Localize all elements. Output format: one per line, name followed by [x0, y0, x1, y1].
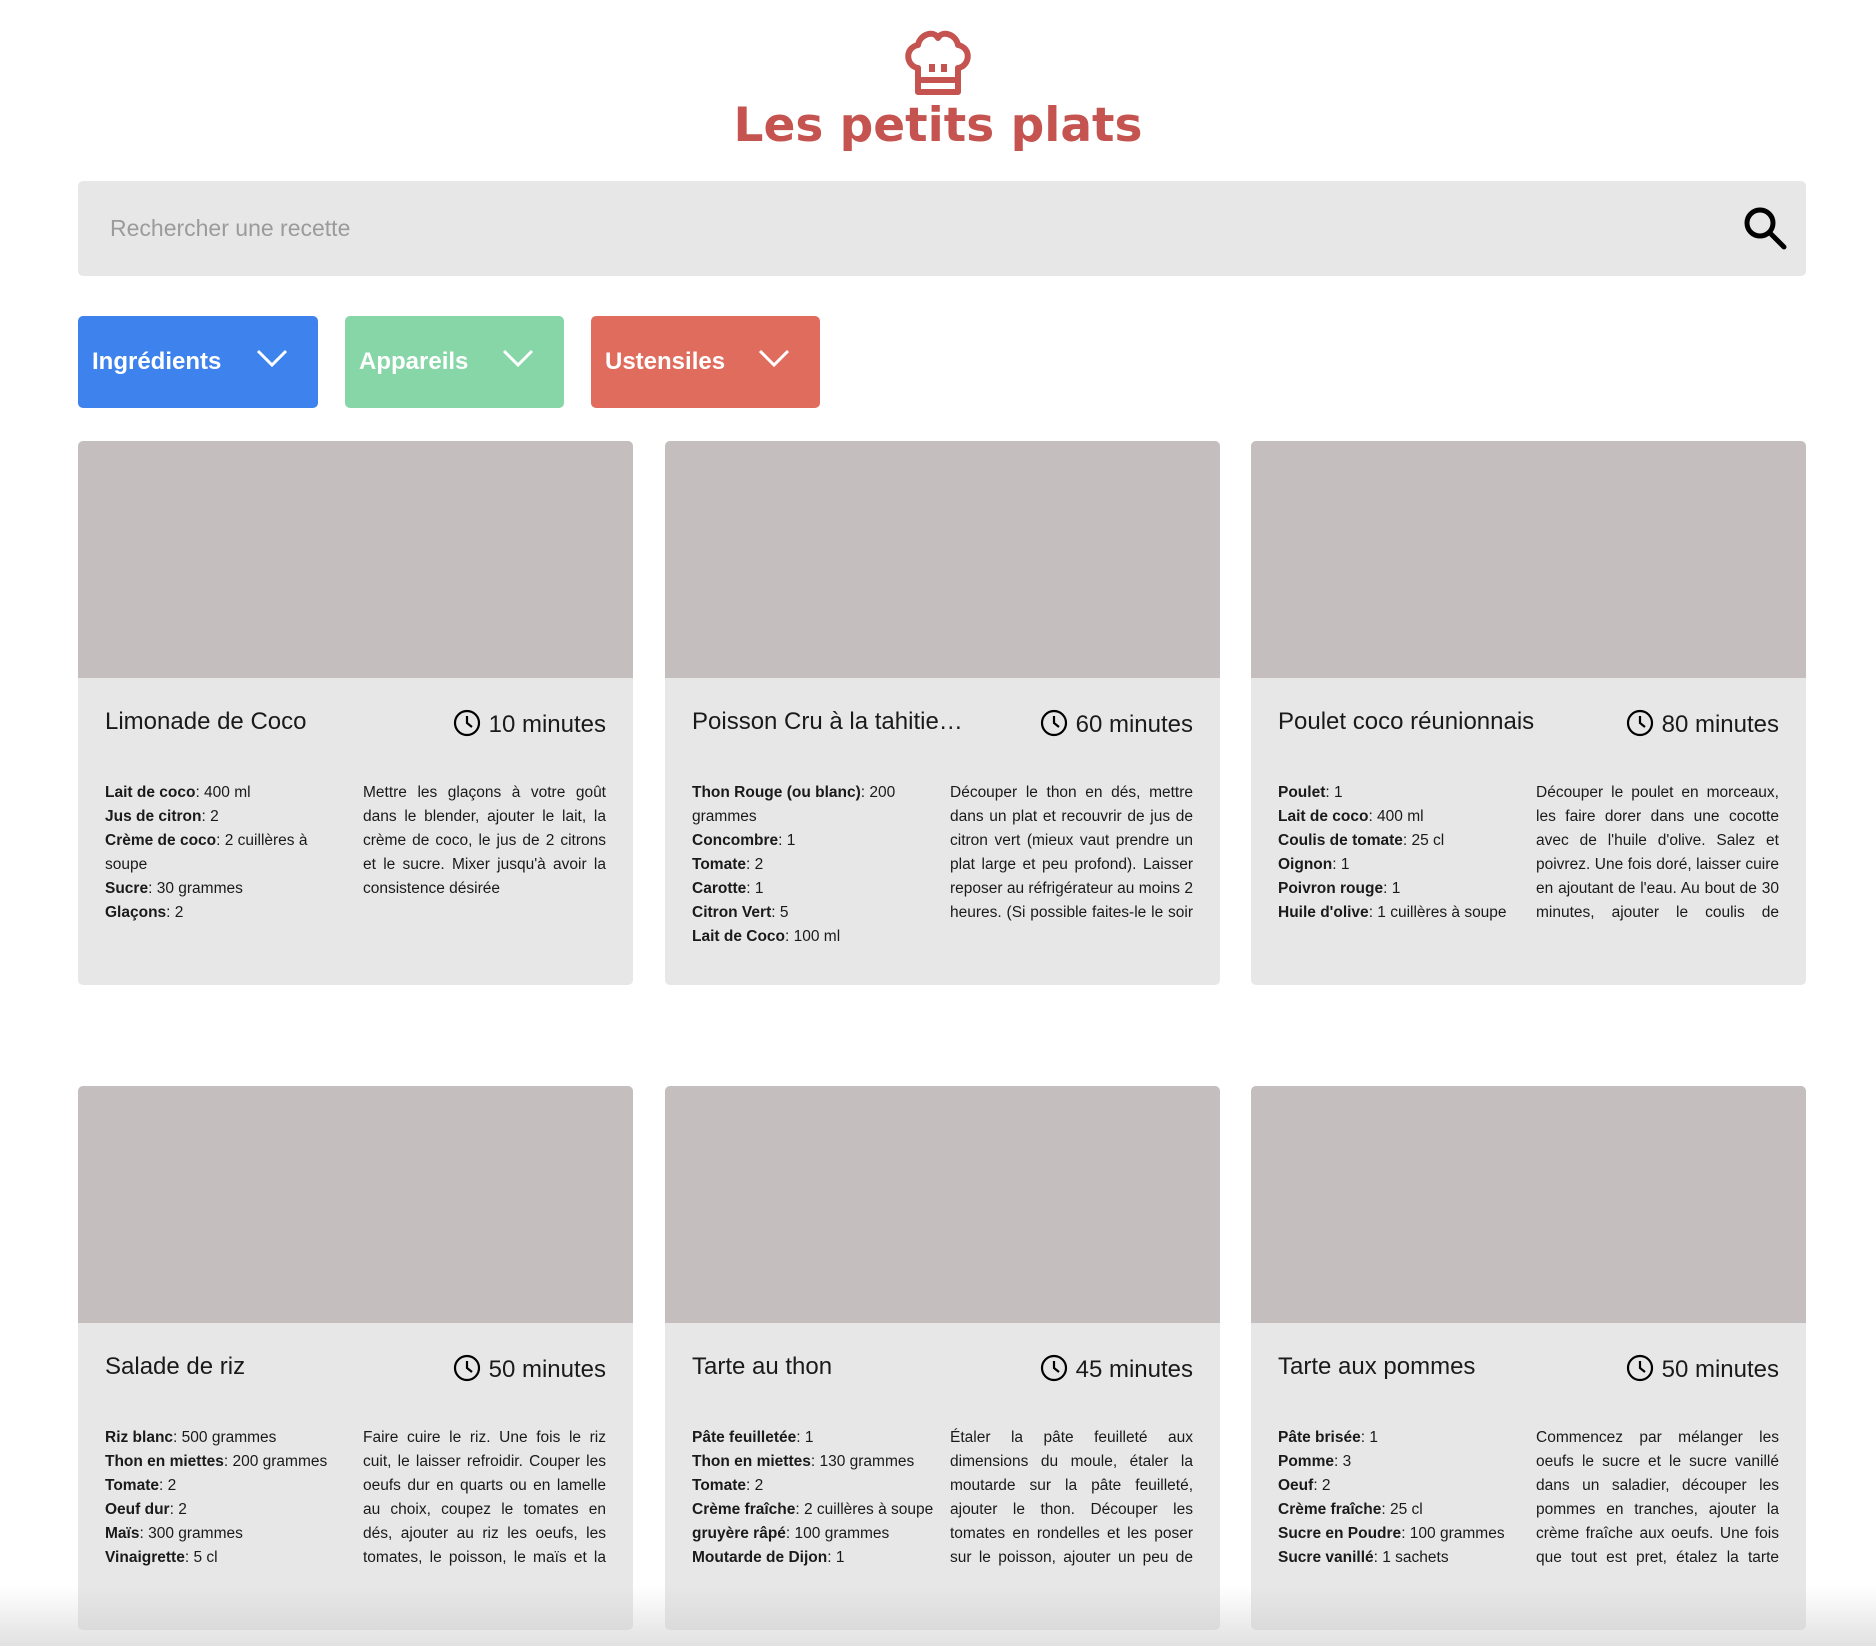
- recipe-description: Découper le poulet en morceaux, les fair…: [1536, 784, 1779, 921]
- ingredient-item: Lait de coco: 400 ml: [1278, 808, 1424, 825]
- filter-utensils-label: Ustensiles: [605, 348, 726, 375]
- ingredient-item: Concombre: 1: [692, 832, 796, 849]
- clock-icon: [453, 1354, 480, 1382]
- ingredient-item: Coulis de tomate: 25 cl: [1278, 832, 1445, 849]
- clock-icon: [1626, 709, 1653, 737]
- recipe-time-label: 10 minutes: [488, 711, 606, 738]
- ingredient-item: Sucre en Poudre: 100 grammes: [1278, 1525, 1505, 1542]
- ingredient-item: Jus de citron: 2: [105, 808, 219, 825]
- ingredient-item: Pâte brisée: 1: [1278, 1429, 1378, 1446]
- recipe-title: Tarte au thon: [692, 1353, 833, 1380]
- recipe-image: [665, 441, 1220, 678]
- ingredient-item: Sucre vanillé: 1 sachets: [1278, 1549, 1449, 1566]
- site-title: Les petits plats: [733, 98, 1143, 153]
- recipe-title: Tarte aux pommes: [1278, 1353, 1476, 1380]
- recipe-description: Découper le thon en dés, mettre dans un …: [950, 784, 1193, 921]
- ingredient-item: Crème fraîche: 2 cuillères à soupe: [692, 1501, 934, 1518]
- filter-appliances-label: Appareils: [359, 348, 469, 375]
- ingredient-item: Pomme: 3: [1278, 1453, 1352, 1470]
- recipe-description: Commencez par mélanger les oeufs le sucr…: [1536, 1429, 1779, 1566]
- recipe-image: [78, 441, 633, 678]
- recipe-ingredients: Riz blanc: 500 grammes Thon en miettes: …: [105, 1426, 350, 1570]
- chevron-down-icon: [502, 349, 534, 368]
- ingredient-item: Glaçons: 2: [105, 904, 184, 921]
- filter-utensils-button[interactable]: Ustensiles: [591, 316, 820, 408]
- recipe-image: [78, 1086, 633, 1323]
- chevron-down-icon: [758, 349, 790, 368]
- recipe-title: Limonade de Coco: [105, 708, 307, 735]
- filter-ingredients-label: Ingrédients: [92, 348, 222, 375]
- ingredient-item: Thon Rouge (ou blanc): 200 grammes: [692, 784, 896, 825]
- ingredient-item: Citron Vert: 5: [692, 904, 789, 921]
- ingredient-item: Poivron rouge: 1: [1278, 880, 1401, 897]
- ingredient-item: Thon en miettes: 130 grammes: [692, 1453, 915, 1470]
- recipe-time: 50 minutes: [453, 1354, 606, 1384]
- ingredient-item: Pâte feuilletée: 1: [692, 1429, 814, 1446]
- recipe-time-label: 50 minutes: [1661, 1356, 1779, 1383]
- ingredient-item: Vinaigrette: 5 cl: [105, 1549, 218, 1566]
- ingredient-item: Lait de Coco: 100 ml: [692, 928, 841, 945]
- recipe-card[interactable]: Salade de riz 50 minutes Riz blanc: 500 …: [78, 1086, 633, 1630]
- recipe-description: Mettre les glaçons à votre goût dans le …: [363, 784, 606, 897]
- recipe-card[interactable]: Poulet coco réunionnais 80 minutes Poule…: [1251, 441, 1806, 985]
- recipe-time: 60 minutes: [1040, 709, 1193, 739]
- ingredient-item: Oignon: 1: [1278, 856, 1350, 873]
- ingredient-item: Crème fraîche: 25 cl: [1278, 1501, 1423, 1518]
- ingredient-item: Poulet: 1: [1278, 784, 1343, 801]
- recipe-time-label: 60 minutes: [1075, 711, 1193, 738]
- ingredient-item: Carotte: 1: [692, 880, 764, 897]
- clock-icon: [453, 709, 480, 737]
- recipe-time-label: 45 minutes: [1075, 1356, 1193, 1383]
- ingredient-item: Oeuf dur: 2: [105, 1501, 187, 1518]
- ingredient-item: Sucre: 30 grammes: [105, 880, 243, 897]
- recipe-card[interactable]: Poisson Cru à la tahitie… 60 minutes Tho…: [665, 441, 1220, 985]
- site-header: Les petits plats: [0, 28, 1876, 154]
- recipe-description: Étaler la pâte feuilleté aux dimensions …: [950, 1429, 1193, 1566]
- recipe-title: Poisson Cru à la tahitie…: [692, 708, 963, 735]
- recipe-image: [1251, 1086, 1806, 1323]
- recipe-title: Salade de riz: [105, 1353, 246, 1380]
- ingredient-item: gruyère râpé: 100 grammes: [692, 1525, 890, 1542]
- clock-icon: [1040, 1354, 1067, 1382]
- recipe-time-label: 80 minutes: [1661, 711, 1779, 738]
- recipe-time: 50 minutes: [1626, 1354, 1779, 1384]
- recipe-ingredients: Pâte feuilletée: 1 Thon en miettes: 130 …: [692, 1426, 937, 1570]
- recipe-time: 45 minutes: [1040, 1354, 1193, 1384]
- recipe-title: Poulet coco réunionnais: [1278, 708, 1535, 735]
- ingredient-item: Tomate: 2: [692, 856, 764, 873]
- recipe-card[interactable]: Tarte aux pommes 50 minutes Pâte brisée:…: [1251, 1086, 1806, 1630]
- recipe-ingredients: Poulet: 1 Lait de coco: 400 ml Coulis de…: [1278, 781, 1523, 925]
- recipe-description: Faire cuire le riz. Une fois le riz cuit…: [363, 1429, 606, 1566]
- recipe-image: [1251, 441, 1806, 678]
- clock-icon: [1040, 709, 1067, 737]
- ingredient-item: Tomate: 2: [105, 1477, 177, 1494]
- recipe-time-label: 50 minutes: [488, 1356, 606, 1383]
- search-input[interactable]: [110, 181, 1710, 276]
- ingredient-item: Tomate: 2: [692, 1477, 764, 1494]
- ingredient-item: Riz blanc: 500 grammes: [105, 1429, 277, 1446]
- recipe-time: 80 minutes: [1626, 709, 1779, 739]
- ingredient-item: Thon en miettes: 200 grammes: [105, 1453, 328, 1470]
- recipe-ingredients: Thon Rouge (ou blanc): 200 grammes Conco…: [692, 781, 937, 949]
- ingredient-item: Huile d'olive: 1 cuillères à soupe: [1278, 904, 1507, 921]
- search-bar: [78, 181, 1806, 276]
- recipe-image: [665, 1086, 1220, 1323]
- recipe-ingredients: Pâte brisée: 1 Pomme: 3 Oeuf: 2 Crème fr…: [1278, 1426, 1523, 1570]
- filter-ingredients-button[interactable]: Ingrédients: [78, 316, 318, 408]
- recipe-time: 10 minutes: [453, 709, 606, 739]
- ingredient-item: Maïs: 300 grammes: [105, 1525, 243, 1542]
- filter-appliances-button[interactable]: Appareils: [345, 316, 564, 408]
- ingredient-item: Lait de coco: 400 ml: [105, 784, 251, 801]
- chevron-down-icon: [256, 349, 288, 368]
- ingredient-item: Oeuf: 2: [1278, 1477, 1331, 1494]
- chef-hat-icon: [905, 30, 971, 95]
- search-icon[interactable]: [1740, 203, 1790, 253]
- ingredient-item: Moutarde de Dijon: 1: [692, 1549, 845, 1566]
- recipe-ingredients: Lait de coco: 400 ml Jus de citron: 2 Cr…: [105, 781, 350, 925]
- recipe-card[interactable]: Tarte au thon 45 minutes Pâte feuilletée…: [665, 1086, 1220, 1630]
- ingredient-item: Crème de coco: 2 cuillères à soupe: [105, 832, 308, 873]
- recipe-card[interactable]: Limonade de Coco 10 minutes Lait de coco…: [78, 441, 633, 985]
- clock-icon: [1626, 1354, 1653, 1382]
